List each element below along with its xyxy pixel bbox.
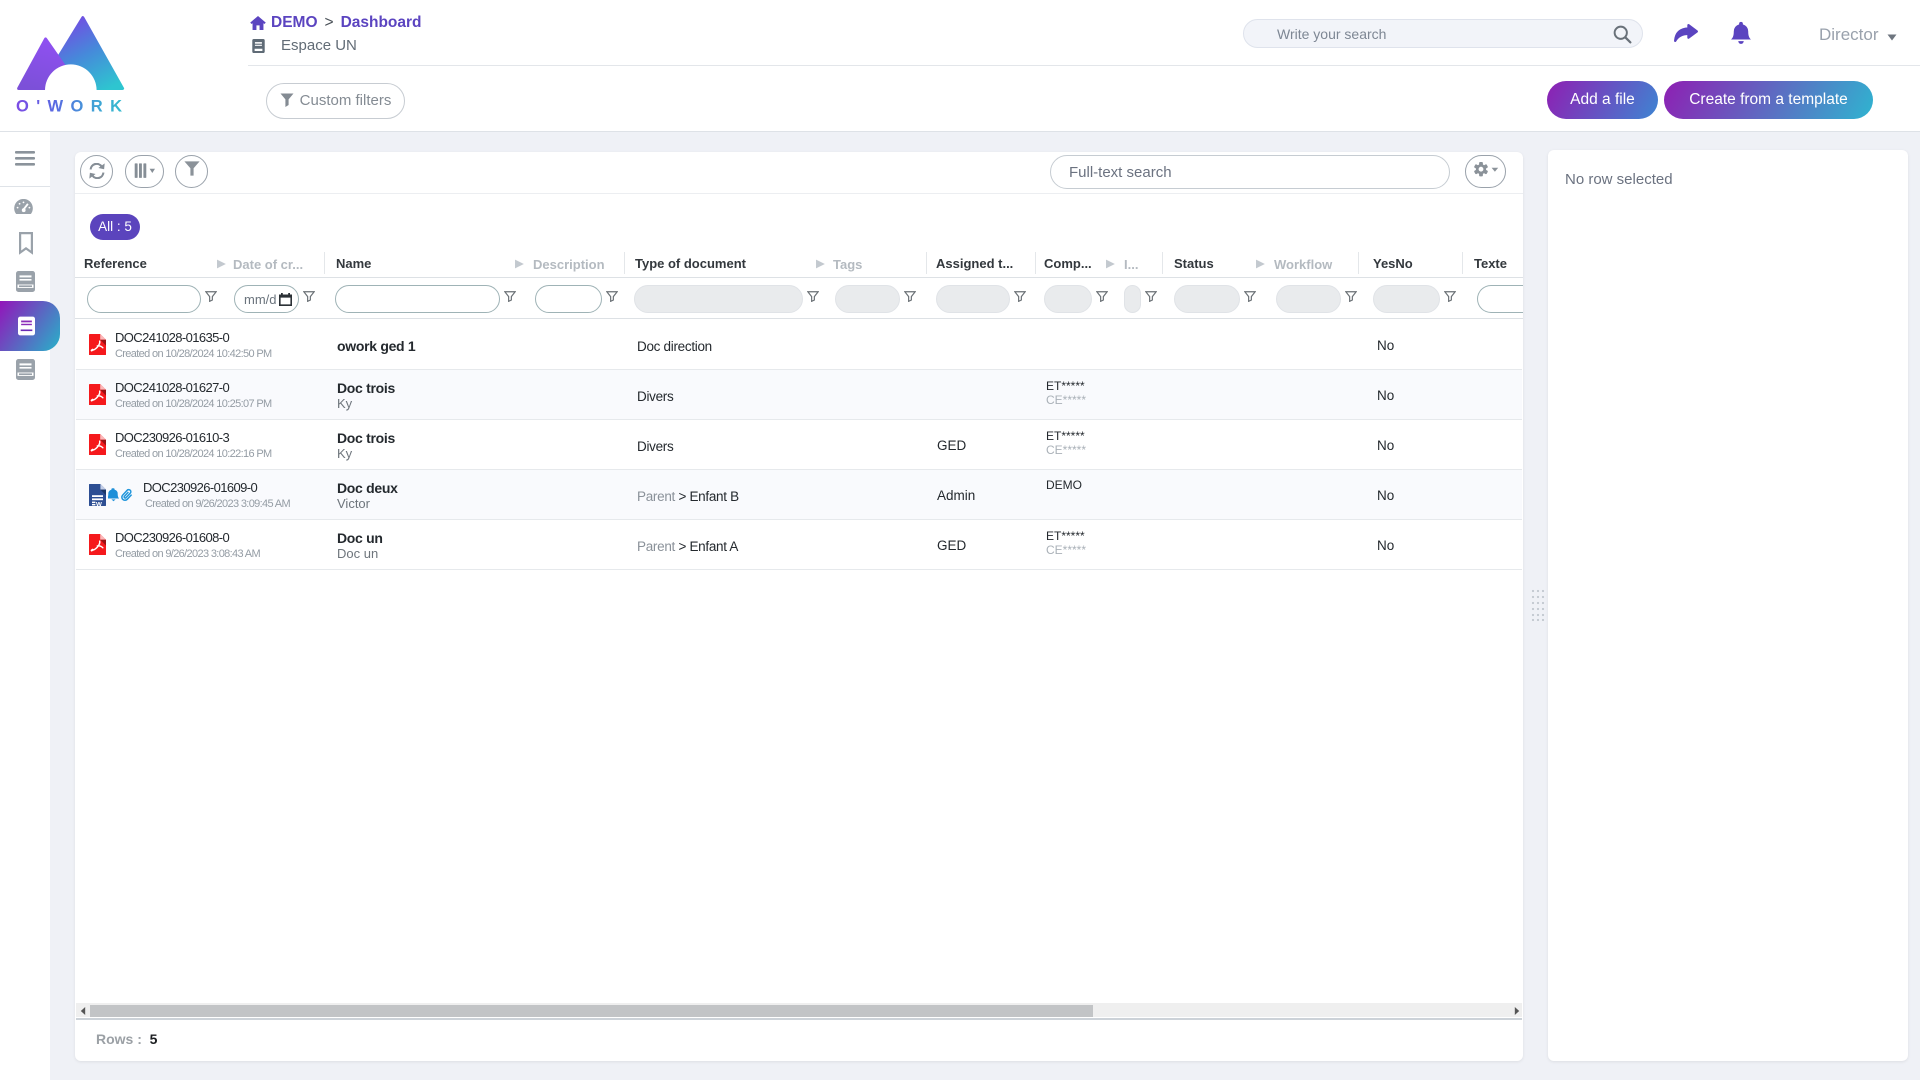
- svg-text:O'WORK: O'WORK: [16, 98, 127, 116]
